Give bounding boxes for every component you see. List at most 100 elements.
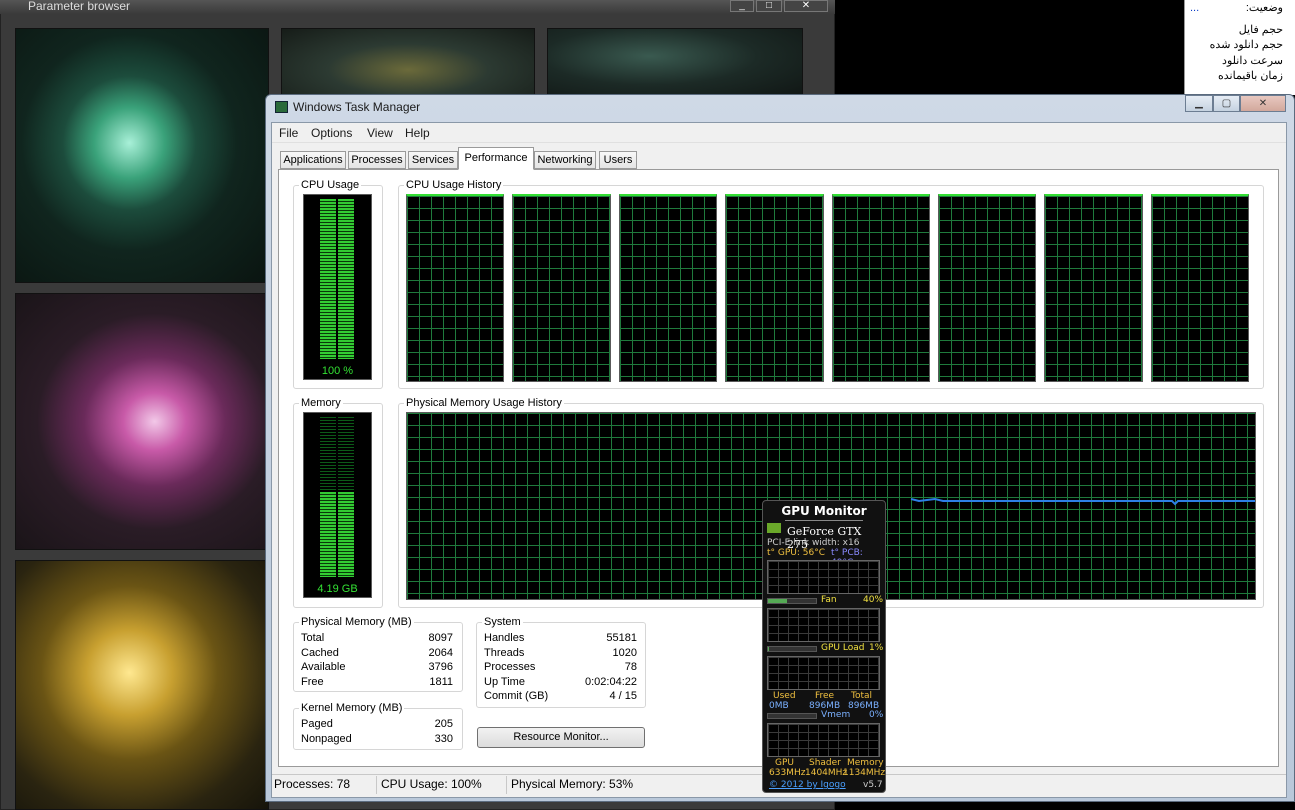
stat-label: Up Time	[484, 676, 525, 688]
maximize-button[interactable]: ▢	[1213, 95, 1240, 112]
fractal-thumbnail[interactable]	[15, 293, 269, 550]
mem-header-total: Total	[851, 691, 873, 701]
gpu-monitor-title: GPU Monitor	[781, 504, 867, 518]
fractal-thumbnail[interactable]	[15, 28, 269, 283]
task-manager-icon	[275, 101, 288, 113]
fan-value: 40%	[863, 595, 884, 605]
kernel-memory-title: Kernel Memory (MB)	[299, 702, 405, 714]
version-label: v5.7	[863, 780, 883, 790]
cpu-core-history-graph	[1150, 194, 1249, 382]
fractal-thumbnail[interactable]	[15, 560, 269, 810]
stat-label: Handles	[484, 632, 525, 644]
memory-graph	[767, 656, 880, 690]
stat-value: 78	[624, 661, 637, 673]
stat-value: 2064	[428, 647, 453, 659]
stat-value: 8097	[428, 632, 453, 644]
status-physical-memory: Physical Memory: 53%	[511, 777, 634, 791]
clock-memory-value: 1134MHz	[843, 768, 886, 778]
cpu-core-history-graph	[831, 194, 930, 382]
stat-value: 4 / 15	[609, 690, 637, 702]
stat-label: Free	[301, 676, 324, 688]
tab-users[interactable]: Users	[599, 151, 637, 169]
memory-history-line	[910, 497, 1255, 506]
cpu-history-label: CPU Usage History	[404, 179, 504, 191]
gpu-load-graph	[767, 608, 880, 642]
pcie-width: PCI-E link width: x16	[767, 538, 860, 548]
mem-header-free: Free	[815, 691, 835, 701]
stat-value: 1020	[612, 647, 637, 659]
file-size-label: حجم فایل	[1238, 23, 1283, 36]
resource-monitor-button[interactable]: Resource Monitor...	[477, 727, 645, 748]
cpu-usage-label: CPU Usage	[299, 179, 362, 191]
cpu-usage-value: 100 %	[321, 365, 354, 377]
memory-meter: 4.19 GB	[303, 412, 372, 598]
status-cpu-usage: CPU Usage: 100%	[379, 776, 507, 794]
window-title: Windows Task Manager	[293, 100, 421, 114]
gpu-load-bar	[767, 646, 817, 652]
vmem-label: Vmem	[821, 710, 851, 720]
menu-help[interactable]: Help	[405, 126, 430, 140]
clock-shader-value: 1404MHz	[805, 768, 848, 778]
downloaded-label: حجم دانلود شده	[1209, 39, 1283, 51]
memory-history-label: Physical Memory Usage History	[404, 397, 564, 409]
tab-processes[interactable]: Processes	[348, 151, 406, 169]
credit-link[interactable]: © 2012 by Igogo	[769, 780, 846, 790]
minimize-button[interactable]: ▁	[1185, 95, 1213, 112]
stat-label: Processes	[484, 661, 536, 673]
cpu-bar-right	[338, 199, 354, 359]
status-label: وضعیت:	[1245, 2, 1283, 14]
stat-label: Commit (GB)	[484, 690, 549, 702]
memory-value: 4.19 GB	[317, 583, 358, 595]
tab-services[interactable]: Services	[408, 151, 458, 169]
stat-label: Cached	[301, 647, 339, 659]
status-processes: Processes: 78	[272, 776, 377, 794]
cpu-core-history-graph	[618, 194, 718, 382]
memory-label: Memory	[299, 397, 343, 409]
menu-options[interactable]: Options	[311, 126, 352, 140]
fan-label: Fan	[821, 595, 837, 605]
gpu-temperature: t° GPU: 56°C	[767, 548, 826, 558]
tab-networking[interactable]: Networking	[534, 151, 596, 169]
title-divider	[785, 520, 863, 521]
cpu-bar-left	[320, 199, 336, 359]
menu-view[interactable]: View	[367, 126, 393, 140]
stat-label: Paged	[301, 718, 333, 730]
fan-bar	[767, 598, 817, 604]
system-title: System	[482, 616, 523, 628]
cpu-core-history-graph	[725, 194, 824, 382]
mem-header-used: Used	[773, 691, 796, 701]
cpu-core-history-graph	[937, 194, 1037, 382]
close-icon[interactable]: ✕	[784, 0, 828, 12]
stat-value: 0:02:04:22	[585, 676, 637, 688]
status-link[interactable]: ...	[1190, 2, 1199, 14]
menu-file[interactable]: File	[279, 126, 298, 140]
memory-bar-left	[320, 492, 336, 577]
stat-label: Total	[301, 632, 325, 644]
temperature-graph	[767, 560, 880, 594]
physical-memory-title: Physical Memory (MB)	[299, 616, 414, 628]
gpu-monitor-gadget: GPU Monitor GeForce GTX 275 PCI-E link w…	[762, 500, 886, 793]
tab-performance[interactable]: Performance	[458, 147, 534, 170]
nvidia-logo-icon	[767, 523, 781, 533]
stat-label: Threads	[484, 647, 525, 659]
minimize-icon[interactable]: _	[730, 0, 754, 12]
parameter-browser-title: Parameter browser	[0, 0, 835, 14]
cpu-core-history-graph	[406, 194, 505, 382]
stat-value: 330	[434, 733, 453, 745]
cpu-core-history-graph	[1044, 194, 1143, 382]
cpu-usage-meter: 100 %	[303, 194, 372, 380]
clock-graph	[767, 723, 880, 757]
maximize-icon[interactable]: □	[756, 0, 782, 12]
fractal-thumbnail[interactable]	[547, 28, 803, 98]
stat-value: 3796	[428, 661, 453, 673]
memory-bar-right	[338, 492, 354, 577]
fractal-thumbnail[interactable]	[281, 28, 535, 98]
clock-header-gpu: GPU	[775, 758, 794, 768]
vmem-bar	[767, 713, 817, 719]
stat-label: Nonpaged	[301, 733, 352, 745]
cpu-core-history-graph	[512, 194, 611, 382]
stat-value: 55181	[606, 632, 637, 644]
speed-label: سرعت دانلود	[1222, 54, 1283, 67]
close-button[interactable]: ✕	[1240, 95, 1286, 112]
tab-applications[interactable]: Applications	[280, 151, 346, 169]
